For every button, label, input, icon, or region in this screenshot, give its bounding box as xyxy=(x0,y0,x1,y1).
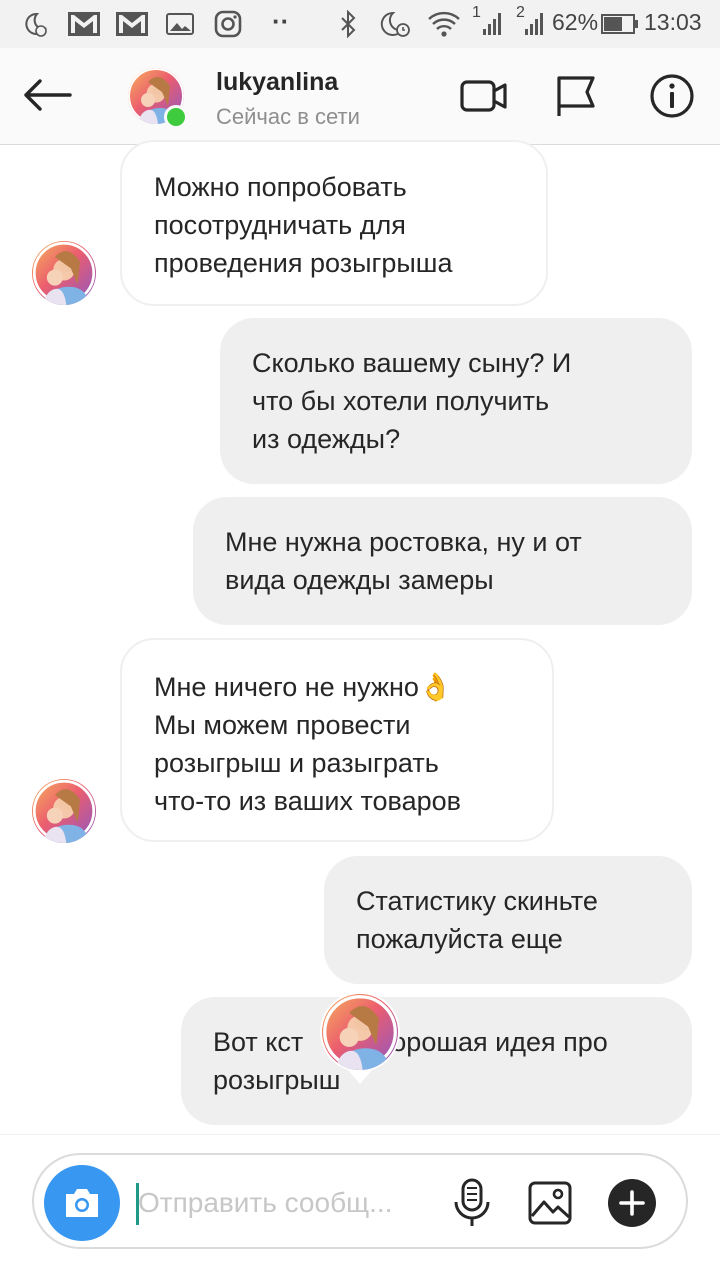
instagram-icon xyxy=(212,10,244,38)
signal-icon xyxy=(522,10,546,38)
microphone-icon xyxy=(454,1178,490,1226)
message-bubble-outgoing[interactable]: Сколько вашему сыну? И что бы хотели пол… xyxy=(220,318,692,484)
online-indicator xyxy=(164,105,188,129)
signal-icon xyxy=(480,10,504,38)
gallery-button[interactable] xyxy=(524,1177,576,1229)
moon-alarm-icon xyxy=(378,10,414,38)
flag-icon xyxy=(557,76,595,116)
more-actions-button[interactable] xyxy=(604,1175,660,1231)
video-call-button[interactable] xyxy=(458,72,510,120)
avatar[interactable] xyxy=(32,241,96,305)
avatar xyxy=(322,994,398,1070)
battery-icon xyxy=(600,10,640,38)
info-button[interactable] xyxy=(646,72,698,120)
message-bubble-outgoing[interactable]: Мне нужна ростовка, ну и от вида одежды … xyxy=(193,497,692,625)
message-text: орошая идея про xyxy=(391,1027,608,1057)
message-input[interactable] xyxy=(138,1179,438,1227)
message-bubble-incoming[interactable]: Можно попробовать посотрудничать для про… xyxy=(120,140,548,306)
gallery-icon xyxy=(528,1181,572,1225)
back-button[interactable] xyxy=(18,70,76,120)
message-composer xyxy=(32,1153,688,1249)
info-icon xyxy=(650,74,694,118)
plus-icon xyxy=(608,1179,656,1227)
clock: 13:03 xyxy=(644,9,702,35)
moon-alarm-icon xyxy=(20,10,50,38)
more-notifications: ·· xyxy=(272,6,290,36)
image-icon xyxy=(164,10,196,38)
status-bar: ·· 1 2 62% 13:03 xyxy=(0,0,720,48)
gmail-icon xyxy=(66,10,102,38)
voice-message-button[interactable] xyxy=(446,1177,498,1229)
camera-icon xyxy=(66,1189,98,1217)
message-bubble-outgoing[interactable]: Вот кст орошая идея про розыгрыш xyxy=(181,997,692,1125)
battery-percent: 62% xyxy=(552,9,599,35)
gmail-icon xyxy=(114,10,150,38)
username[interactable]: lukyanlina xyxy=(216,68,338,97)
video-call-icon xyxy=(460,80,507,112)
chat-header: lukyanlina Сейчас в сети xyxy=(0,48,720,145)
report-button[interactable] xyxy=(550,72,602,120)
back-arrow-icon xyxy=(24,79,72,111)
message-bubble-outgoing[interactable]: Статистику скиньте пожалуйста еще xyxy=(324,856,692,984)
seen-indicator xyxy=(318,990,402,1086)
wifi-icon xyxy=(426,10,462,38)
presence-status: Сейчас в сети xyxy=(216,104,360,129)
avatar[interactable] xyxy=(32,779,96,843)
bluetooth-icon xyxy=(336,10,360,38)
message-text: Вот кст xyxy=(213,1027,304,1057)
composer-bar xyxy=(0,1134,720,1281)
message-bubble-incoming[interactable]: Мне ничего не нужно👌 Мы можем провести р… xyxy=(120,638,554,842)
camera-button[interactable] xyxy=(44,1165,120,1241)
